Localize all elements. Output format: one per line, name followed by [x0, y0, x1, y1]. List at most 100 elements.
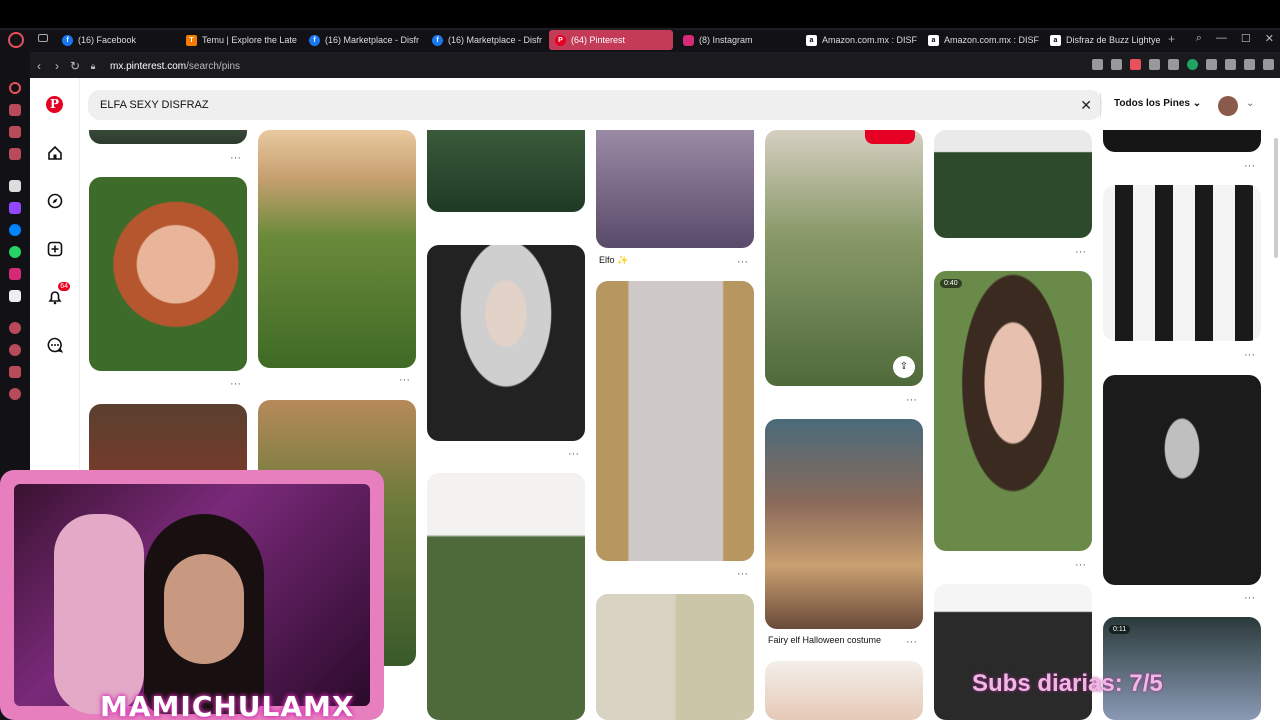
player-icon[interactable]	[9, 126, 21, 138]
x-icon[interactable]	[9, 290, 21, 302]
notification-badge: 64	[58, 282, 70, 291]
page-scrollbar[interactable]	[1274, 138, 1278, 258]
reload-icon[interactable]: ↻	[66, 59, 84, 73]
pin-image[interactable]	[1103, 375, 1261, 585]
instagram-icon[interactable]	[9, 268, 21, 280]
url-field[interactable]: mx.pinterest.com/search/pins	[110, 61, 240, 72]
opera-logo-icon[interactable]	[8, 32, 24, 48]
pin-image[interactable]: 0:11	[1103, 617, 1261, 720]
pin-image[interactable]	[596, 281, 754, 561]
back-icon[interactable]: ‹	[30, 59, 48, 73]
messages-icon[interactable]	[44, 334, 66, 356]
notifications-icon[interactable]: 64	[44, 282, 70, 308]
pin-image[interactable]	[427, 473, 585, 720]
tab-facebook[interactable]: f (16) Facebook	[56, 30, 176, 50]
tab-pinterest[interactable]: P (64) Pinterest	[549, 30, 673, 50]
pin-image[interactable]	[765, 419, 923, 629]
save-button[interactable]	[865, 130, 915, 144]
pin-image[interactable]	[427, 130, 585, 212]
tab-amazon-2[interactable]: a Amazon.com.mx : DISF	[922, 30, 1040, 50]
explore-icon[interactable]	[44, 190, 66, 212]
video-icon[interactable]	[9, 322, 21, 334]
pocket-icon[interactable]	[1130, 59, 1141, 70]
new-tab-icon[interactable]: +	[1168, 32, 1175, 46]
more-options-icon[interactable]: ···	[737, 256, 748, 268]
tab-amazon-1[interactable]: a Amazon.com.mx : DISF	[800, 30, 918, 50]
more-options-icon[interactable]: ···	[906, 636, 917, 648]
share-icon[interactable]: ⇪	[893, 356, 915, 378]
chevron-down-icon: ⌄	[1192, 98, 1202, 109]
pin-image[interactable]	[258, 130, 416, 368]
tab-marketplace-2[interactable]: f (16) Marketplace - Disfr	[426, 30, 544, 50]
puzzle-icon[interactable]	[1225, 59, 1236, 70]
create-icon[interactable]	[44, 238, 66, 260]
pin-image[interactable]	[596, 130, 754, 248]
tab-overview-icon[interactable]	[38, 34, 48, 42]
amazon-icon: a	[806, 34, 817, 46]
account-chevron-icon[interactable]: ⌄	[1246, 98, 1254, 109]
pin-image[interactable]	[427, 245, 585, 441]
pin-image[interactable]	[765, 661, 923, 720]
title-bar	[0, 0, 1280, 28]
ai-icon[interactable]	[9, 180, 21, 192]
subs-counter: Subs diarias: 7/5	[972, 670, 1163, 697]
forward-icon[interactable]: ›	[48, 59, 66, 73]
more-options-icon[interactable]: ···	[737, 568, 748, 580]
more-options-icon[interactable]: ···	[1244, 160, 1255, 172]
pin-filter-dropdown[interactable]: Todos los Pines ⌄	[1114, 98, 1201, 109]
more-options-icon[interactable]: ···	[906, 394, 917, 406]
more-options-icon[interactable]: ···	[568, 448, 579, 460]
search-tabs-icon[interactable]: ⌕	[1196, 32, 1202, 45]
pin-image[interactable]	[1103, 185, 1261, 341]
snapshot-icon[interactable]	[1111, 59, 1122, 70]
more-options-icon[interactable]: ···	[399, 374, 410, 386]
send-icon[interactable]	[1168, 59, 1179, 70]
tab-instagram[interactable]: (8) Instagram	[677, 30, 797, 50]
more-options-icon[interactable]: ···	[230, 152, 241, 164]
pin-image[interactable]	[89, 130, 247, 144]
extensions-icon[interactable]	[9, 366, 21, 378]
download-icon[interactable]	[1244, 59, 1255, 70]
pin-image[interactable]	[934, 584, 1092, 720]
tab-marketplace-1[interactable]: f (16) Marketplace - Disfr	[303, 30, 421, 50]
settings-icon[interactable]	[9, 388, 21, 400]
extensions-icon[interactable]	[1206, 59, 1217, 70]
play-icon[interactable]	[1149, 59, 1160, 70]
pin-image[interactable]: 0:40	[934, 271, 1092, 551]
maximize-icon[interactable]: ☐	[1241, 32, 1251, 45]
history-icon[interactable]	[9, 344, 21, 356]
pin-image[interactable]	[934, 130, 1092, 238]
minimize-icon[interactable]: —	[1216, 32, 1227, 45]
messenger-icon[interactable]	[9, 224, 21, 236]
search-input[interactable]: ELFA SEXY DISFRAZ	[100, 99, 209, 111]
pinterest-logo-icon[interactable]: P	[46, 96, 63, 113]
facebook-icon: f	[62, 34, 73, 46]
video-duration-badge: 0:11	[1109, 625, 1131, 634]
vpn-icon[interactable]	[1187, 59, 1198, 70]
webcam-feed	[14, 484, 370, 714]
mail-icon[interactable]	[9, 148, 21, 160]
menu-icon[interactable]	[1263, 59, 1274, 70]
avatar[interactable]	[1218, 96, 1238, 116]
more-options-icon[interactable]: ···	[1244, 592, 1255, 604]
twitch-icon[interactable]	[9, 202, 21, 214]
clear-search-icon[interactable]: ✕	[1080, 97, 1092, 114]
more-options-icon[interactable]: ···	[1075, 246, 1086, 258]
pin-image[interactable]: ⇪	[765, 130, 923, 386]
more-options-icon[interactable]: ···	[1075, 559, 1086, 571]
aria-icon[interactable]	[9, 82, 21, 94]
search-bar[interactable]: ELFA SEXY DISFRAZ ✕	[88, 90, 1102, 120]
pin-image[interactable]	[596, 594, 754, 720]
pin-image[interactable]	[89, 177, 247, 371]
home-icon[interactable]	[44, 142, 66, 164]
more-options-icon[interactable]: ···	[1244, 349, 1255, 361]
bookmark-icon[interactable]	[1092, 59, 1103, 70]
close-window-icon[interactable]: ✕	[1265, 32, 1274, 45]
tab-temu[interactable]: T Temu | Explore the Late	[180, 30, 298, 50]
workspace-icon[interactable]	[9, 104, 21, 116]
more-options-icon[interactable]: ···	[230, 378, 241, 390]
tab-amazon-3[interactable]: a Disfraz de Buzz Lightye	[1044, 30, 1166, 50]
pin-image[interactable]	[1103, 130, 1261, 152]
whatsapp-icon[interactable]	[9, 246, 21, 258]
tab-label: Amazon.com.mx : DISF	[944, 35, 1040, 45]
